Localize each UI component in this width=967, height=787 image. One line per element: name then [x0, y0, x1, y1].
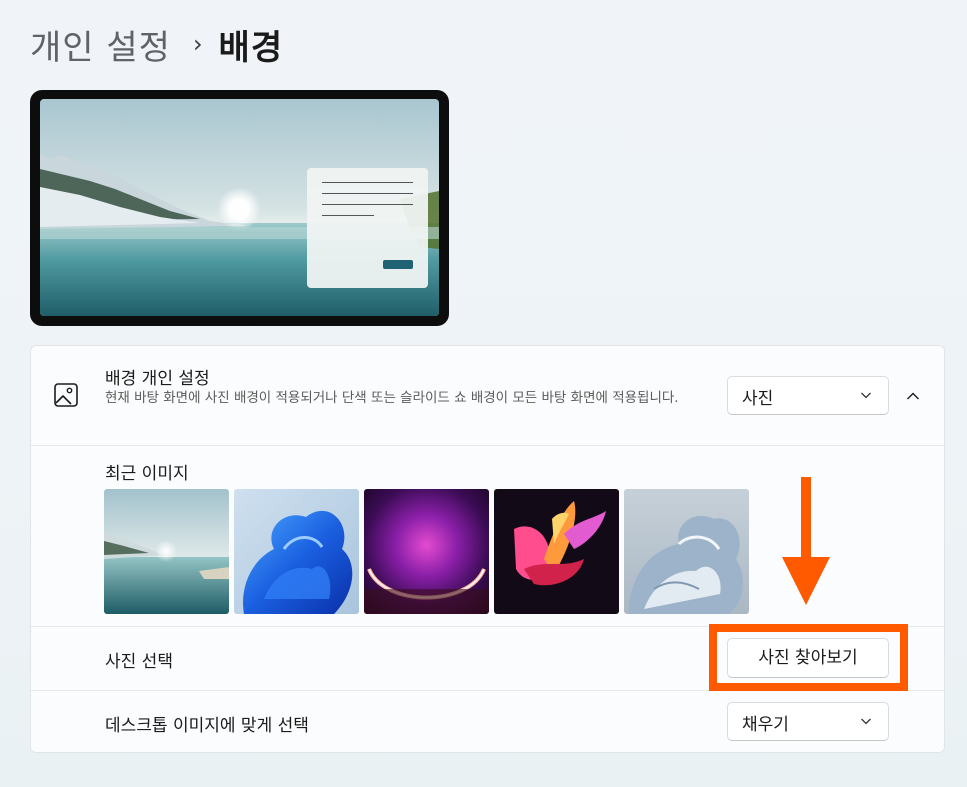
breadcrumb: 개인 설정 › 배경 [30, 20, 283, 68]
recent-image-thumbnail[interactable] [104, 489, 229, 614]
desktop-preview [30, 90, 449, 326]
fit-label: 데스크톱 이미지에 맞게 선택 [105, 716, 309, 736]
fit-value: 채우기 [742, 715, 789, 735]
page-title: 배경 [218, 27, 284, 68]
background-description: 현재 바탕 화면에 사진 배경이 적용되거나 단색 또는 슬라이드 쇼 배경이 … [105, 390, 679, 406]
colorful-ribbons-image [494, 489, 619, 614]
background-type-dropdown[interactable]: 사진 [727, 376, 889, 415]
preview-window-line [322, 182, 413, 183]
preview-window-line [322, 193, 413, 194]
blue-bloom-image [234, 489, 359, 614]
recent-image-thumbnail[interactable] [624, 489, 749, 614]
recent-image-thumbnail[interactable] [234, 489, 359, 614]
fit-dropdown[interactable]: 채우기 [727, 702, 889, 741]
lake-landscape-image [104, 489, 229, 614]
recent-images-title: 최근 이미지 [105, 464, 189, 484]
preview-window-line [322, 204, 413, 205]
chevron-down-icon [861, 392, 871, 399]
fit-row: 데스크톱 이미지에 맞게 선택 채우기 [31, 691, 944, 753]
image-icon [54, 383, 78, 407]
preview-window-button [383, 260, 413, 269]
chevron-up-icon [907, 392, 919, 400]
background-title: 배경 개인 설정 [105, 369, 210, 389]
recent-image-thumbnail[interactable] [494, 489, 619, 614]
recent-image-thumbnail[interactable] [364, 489, 489, 614]
choose-photo-label: 사진 선택 [105, 652, 173, 672]
background-personalize-row[interactable]: 배경 개인 설정 현재 바탕 화면에 사진 배경이 적용되거나 단색 또는 슬라… [31, 346, 944, 446]
silver-bloom-image [624, 489, 749, 614]
preview-window-line [322, 215, 374, 216]
chevron-down-icon [861, 718, 871, 725]
desktop-preview-screen [40, 99, 439, 316]
background-type-value: 사진 [742, 389, 774, 409]
preview-app-window [307, 168, 428, 288]
breadcrumb-parent[interactable]: 개인 설정 [30, 20, 171, 69]
choose-photo-row: 사진 선택 사진 찾아보기 [31, 624, 944, 691]
down-arrow-annotation [782, 477, 830, 605]
purple-glow-image [364, 489, 489, 614]
collapse-button[interactable] [899, 382, 927, 410]
breadcrumb-separator: › [192, 30, 203, 58]
browse-photos-button[interactable]: 사진 찾아보기 [727, 638, 889, 678]
